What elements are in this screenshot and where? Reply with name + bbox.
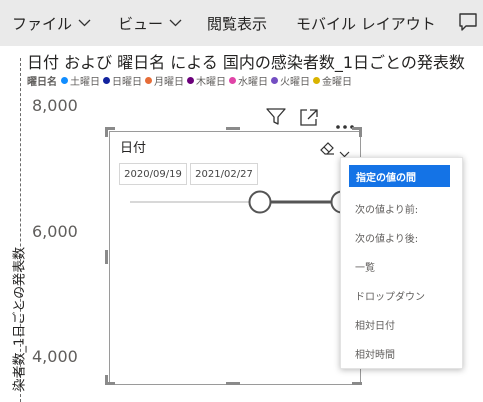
- legend-dot: [61, 77, 68, 84]
- legend-label: 日曜日: [112, 77, 142, 88]
- dropdown-option-label: 次の値より前:: [355, 205, 419, 216]
- filter-icon[interactable]: [266, 108, 286, 130]
- start-date-input[interactable]: 2020/09/19: [119, 163, 187, 185]
- menu-mobile-layout-label: モバイル レイアウト: [296, 14, 436, 33]
- dropdown-option-label: 相対日付: [355, 321, 395, 332]
- slider-start-handle[interactable]: [248, 190, 272, 214]
- resize-handle[interactable]: [105, 382, 115, 385]
- slicer-title: 日付: [120, 141, 147, 156]
- chevron-down-icon: [169, 19, 182, 27]
- legend-dot: [271, 77, 278, 84]
- chart-title: 日付 および 曜日名 による 国内の感染者数_1日ごとの発表数: [27, 53, 465, 72]
- y-axis-label: 染者数_1日ごとの発表数: [12, 246, 28, 392]
- legend-item[interactable]: 木曜日: [187, 73, 226, 88]
- menu-view[interactable]: ビュー: [118, 0, 182, 46]
- resize-handle[interactable]: [226, 127, 240, 130]
- legend-item[interactable]: 土曜日: [61, 73, 100, 88]
- legend-label: 土曜日: [70, 77, 100, 88]
- y-tick-label: 6,000: [32, 222, 78, 241]
- menu-reading-view[interactable]: 閲覧表示: [207, 0, 267, 46]
- resize-handle[interactable]: [352, 382, 362, 385]
- chevron-down-icon: [78, 19, 91, 27]
- end-date-input[interactable]: 2021/02/27: [190, 163, 258, 185]
- eraser-icon[interactable]: [320, 140, 335, 159]
- y-tick-label: 4,000: [32, 347, 78, 366]
- date-range-slider[interactable]: [110, 188, 360, 218]
- resize-handle[interactable]: [105, 127, 108, 137]
- legend-item[interactable]: 金曜日: [313, 73, 352, 88]
- menu-file[interactable]: ファイル: [12, 0, 91, 46]
- legend-title: 曜日名: [27, 77, 57, 88]
- dropdown-option-label: 次の値より後:: [355, 234, 419, 245]
- legend-item[interactable]: 月曜日: [145, 73, 184, 88]
- start-date-value: 2020/09/19: [124, 168, 182, 180]
- end-date-value: 2021/02/27: [195, 168, 253, 180]
- legend-dot: [145, 77, 152, 84]
- menu-bar: ファイル ビュー 閲覧表示 モバイル レイアウト: [0, 0, 483, 46]
- dropdown-option-label: ドロップダウン: [355, 292, 425, 303]
- legend-label: 月曜日: [154, 77, 184, 88]
- dropdown-option-selected[interactable]: 指定の値の間: [349, 165, 450, 187]
- slicer-type-dropdown[interactable]: 指定の値の間 次の値より前: 次の値より後: 一覧 ドロップダウン 相対日付 相…: [340, 157, 463, 369]
- legend-label: 金曜日: [322, 77, 352, 88]
- date-slicer[interactable]: 日付 2020/09/19 2021/02/27: [109, 131, 361, 385]
- menu-reading-view-label: 閲覧表示: [207, 14, 268, 33]
- chart-legend: 曜日名 土曜日 日曜日 月曜日 木曜日 水曜日 火曜日 金曜日: [27, 73, 355, 88]
- legend-dot: [313, 77, 320, 84]
- dropdown-option-label: 相対時間: [355, 350, 395, 361]
- legend-dot: [229, 77, 236, 84]
- menu-mobile-layout[interactable]: モバイル レイアウト: [296, 0, 436, 46]
- legend-item[interactable]: 火曜日: [271, 73, 310, 88]
- comment-icon[interactable]: [458, 12, 478, 36]
- legend-label: 火曜日: [280, 77, 310, 88]
- legend-item[interactable]: 水曜日: [229, 73, 268, 88]
- legend-dot: [187, 77, 194, 84]
- resize-handle[interactable]: [359, 127, 362, 137]
- legend-label: 木曜日: [196, 77, 226, 88]
- menu-view-label: ビュー: [118, 14, 164, 33]
- y-tick-label: 8,000: [32, 96, 78, 115]
- legend-label: 水曜日: [238, 77, 268, 88]
- legend-item[interactable]: 日曜日: [103, 73, 142, 88]
- resize-handle[interactable]: [226, 382, 240, 385]
- resize-handle[interactable]: [105, 250, 108, 264]
- focus-mode-icon[interactable]: [300, 109, 318, 130]
- menu-file-label: ファイル: [12, 14, 73, 33]
- legend-dot: [103, 77, 110, 84]
- dropdown-option-label: 一覧: [355, 263, 375, 274]
